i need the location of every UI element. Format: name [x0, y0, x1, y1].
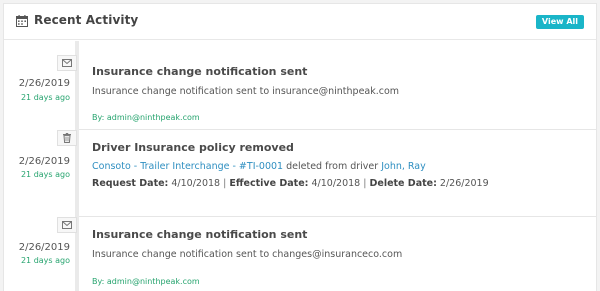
recent-activity-panel: Recent Activity View All 2/26/2019 21 da…	[3, 3, 597, 291]
entry-date: 2/26/2019	[18, 156, 70, 167]
trash-icon	[57, 130, 77, 146]
entry-title: Insurance change notification sent	[92, 65, 308, 78]
effective-date-label: Effective Date:	[229, 178, 309, 189]
view-all-button[interactable]: View All	[535, 15, 584, 29]
driver-link[interactable]: John, Ray	[381, 161, 426, 172]
entry-author: By: admin@ninthpeak.com	[92, 277, 200, 286]
envelope-icon	[57, 217, 77, 233]
entry-date: 2/26/2019	[18, 78, 70, 89]
timeline-line	[75, 41, 79, 291]
entry-date: 2/26/2019	[18, 242, 70, 253]
separator: |	[223, 178, 227, 189]
calendar-icon	[16, 15, 28, 27]
entry-text-middle: deleted from driver	[283, 161, 382, 172]
entry-ago: 21 days ago	[20, 170, 70, 179]
entry-title: Driver Insurance policy removed	[92, 141, 294, 154]
entry-divider	[79, 216, 596, 217]
delete-date-label: Delete Date:	[369, 178, 437, 189]
panel-header: Recent Activity View All	[4, 4, 596, 40]
activity-timeline: 2/26/2019 21 days ago Insurance change n…	[4, 41, 596, 291]
panel-title: Recent Activity	[34, 13, 139, 27]
envelope-icon	[57, 55, 77, 71]
entry-text: Insurance change notification sent to in…	[92, 86, 400, 97]
delete-date-value: 2/26/2019	[439, 178, 489, 189]
entry-dates-row: Request Date: 4/10/2018 | Effective Date…	[92, 178, 489, 189]
policy-link[interactable]: Consoto - Trailer Interchange - #TI-0001	[92, 161, 283, 172]
entry-ago: 21 days ago	[20, 93, 70, 102]
request-date-label: Request Date:	[92, 178, 169, 189]
entry-ago: 21 days ago	[20, 256, 70, 265]
separator: |	[363, 178, 367, 189]
entry-text: Insurance change notification sent to ch…	[92, 249, 403, 260]
entry-text: Consoto - Trailer Interchange - #TI-0001…	[92, 161, 426, 172]
entry-author: By: admin@ninthpeak.com	[92, 113, 200, 122]
effective-date-value: 4/10/2018	[311, 178, 361, 189]
entry-title: Insurance change notification sent	[92, 228, 308, 241]
entry-divider	[79, 129, 596, 130]
request-date-value: 4/10/2018	[171, 178, 221, 189]
